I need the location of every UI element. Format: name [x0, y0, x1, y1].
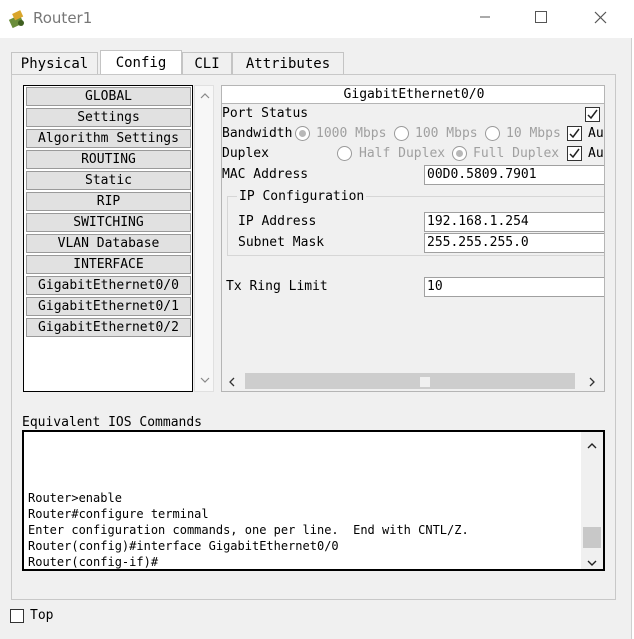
nav-item-label: GigabitEthernet0/2	[38, 320, 179, 335]
tab-config[interactable]: Config	[100, 50, 182, 75]
chevron-up-icon[interactable]	[198, 89, 212, 103]
ip-address-label: IP Address	[238, 214, 317, 229]
minimize-icon	[479, 11, 491, 27]
duplex-auto-label: Au	[588, 146, 604, 161]
subnet-mask-label: Subnet Mask	[238, 235, 325, 250]
nav-item-gigabitethernet0-2[interactable]: GigabitEthernet0/2	[26, 318, 191, 337]
tab-attributes[interactable]: Attributes	[232, 52, 344, 75]
chevron-down-icon[interactable]	[198, 373, 212, 387]
bandwidth-auto-label: Au	[588, 126, 604, 141]
chevron-left-icon[interactable]	[229, 376, 235, 391]
ios-line: Router(config)#interface GigabitEthernet…	[28, 539, 339, 553]
tab-cli[interactable]: CLI	[182, 52, 232, 75]
nav-item-label: RIP	[96, 194, 121, 209]
nav-item-switching[interactable]: SWITCHING	[26, 213, 191, 232]
minimize-button[interactable]	[460, 0, 510, 38]
bandwidth-100-radio[interactable]	[394, 126, 409, 141]
nav-item-label: Static	[85, 173, 132, 188]
ios-line: Router>enable	[28, 491, 122, 505]
full-duplex-radio[interactable]	[452, 146, 467, 161]
scrollbar-track[interactable]	[245, 373, 575, 389]
nav-item-algorithm-settings[interactable]: Algorithm Settings	[26, 129, 191, 148]
router-app-icon	[8, 9, 28, 29]
top-checkbox[interactable]	[10, 609, 24, 623]
chevron-down-icon[interactable]	[587, 555, 597, 570]
half-duplex-radio[interactable]	[337, 146, 352, 161]
tx-ring-limit-label: Tx Ring Limit	[226, 279, 328, 294]
maximize-icon	[535, 11, 547, 27]
port-status-checkbox[interactable]	[585, 107, 600, 122]
nav-item-label: Settings	[77, 110, 140, 125]
config-nav-list: GLOBAL Settings Algorithm Settings ROUTI…	[23, 85, 193, 392]
nav-item-rip[interactable]: RIP	[26, 192, 191, 211]
bandwidth-100-label: 100 Mbps	[415, 126, 478, 141]
bandwidth-10-label: 10 Mbps	[506, 126, 561, 141]
bandwidth-1000-radio[interactable]	[295, 126, 310, 141]
ios-console-scrollbar[interactable]	[581, 432, 603, 569]
title-bar: Router1	[0, 0, 634, 38]
tab-label: CLI	[194, 56, 220, 72]
bandwidth-auto-checkbox[interactable]	[567, 126, 582, 141]
nav-item-label: GigabitEthernet0/0	[38, 278, 179, 293]
tab-label: Config	[115, 55, 167, 71]
ios-line: Enter configuration commands, one per li…	[28, 523, 469, 537]
pane-horizontal-scrollbar[interactable]	[223, 371, 604, 391]
chevron-right-icon[interactable]	[589, 376, 595, 391]
subnet-mask-input[interactable]: 255.255.255.0	[424, 233, 604, 253]
ios-line: Router(config-if)#	[28, 555, 159, 569]
bandwidth-label: Bandwidth	[222, 126, 293, 141]
nav-item-routing[interactable]: ROUTING	[26, 150, 191, 169]
nav-item-gigabitethernet0-0[interactable]: GigabitEthernet0/0	[26, 276, 191, 295]
scrollbar-thumb[interactable]	[583, 527, 601, 548]
interface-header: GigabitEthernet0/0	[222, 86, 604, 104]
interface-config-pane: GigabitEthernet0/0 Port Status Bandwidth…	[221, 85, 605, 392]
tab-physical[interactable]: Physical	[11, 52, 98, 75]
maximize-button[interactable]	[516, 0, 566, 38]
tab-label: Attributes	[245, 56, 331, 72]
ios-commands-console[interactable]: Router>enable Router#configure terminal En…	[22, 430, 605, 571]
window-title: Router1	[33, 9, 93, 27]
nav-item-global[interactable]: GLOBAL	[26, 87, 191, 106]
nav-item-label: GLOBAL	[85, 89, 132, 104]
nav-item-interface[interactable]: INTERFACE	[26, 255, 191, 274]
close-button[interactable]	[575, 0, 625, 38]
mac-address-label: MAC Address	[222, 167, 309, 182]
top-label: Top	[30, 608, 54, 623]
bandwidth-10-radio[interactable]	[485, 126, 500, 141]
duplex-auto-checkbox[interactable]	[567, 146, 582, 161]
nav-list-scrollbar[interactable]	[194, 85, 214, 392]
port-status-label: Port Status	[222, 106, 309, 121]
tx-ring-limit-input[interactable]: 10	[424, 277, 604, 297]
nav-item-settings[interactable]: Settings	[26, 108, 191, 127]
bandwidth-1000-label: 1000 Mbps	[316, 126, 387, 141]
ios-commands-label: Equivalent IOS Commands	[22, 415, 203, 430]
nav-item-gigabitethernet0-1[interactable]: GigabitEthernet0/1	[26, 297, 191, 316]
tab-label: Physical	[20, 56, 89, 72]
scrollbar-thumb[interactable]	[420, 377, 430, 387]
nav-item-vlan-database[interactable]: VLAN Database	[26, 234, 191, 253]
nav-item-static[interactable]: Static	[26, 171, 191, 190]
mac-address-field[interactable]: 00D0.5809.7901	[424, 165, 604, 185]
ios-command-lines: Router>enable Router#configure terminal En…	[28, 490, 469, 570]
nav-item-label: ROUTING	[81, 152, 136, 167]
ip-configuration-title: IP Configuration	[237, 189, 367, 204]
nav-item-label: Algorithm Settings	[38, 131, 179, 146]
ip-address-input[interactable]: 192.168.1.254	[424, 212, 604, 232]
config-panel: GLOBAL Settings Algorithm Settings ROUTI…	[11, 74, 616, 600]
nav-item-label: SWITCHING	[73, 215, 144, 230]
half-duplex-label: Half Duplex	[359, 146, 446, 161]
nav-item-label: VLAN Database	[57, 236, 160, 251]
close-icon	[594, 11, 607, 28]
nav-item-label: GigabitEthernet0/1	[38, 299, 179, 314]
full-duplex-label: Full Duplex	[473, 146, 560, 161]
nav-item-label: INTERFACE	[73, 257, 144, 272]
window-body: Physical Config CLI Attributes GLOBAL Se…	[0, 38, 632, 639]
chevron-up-icon[interactable]	[587, 438, 597, 453]
ios-line: Router#configure terminal	[28, 507, 209, 521]
duplex-label: Duplex	[222, 146, 269, 161]
